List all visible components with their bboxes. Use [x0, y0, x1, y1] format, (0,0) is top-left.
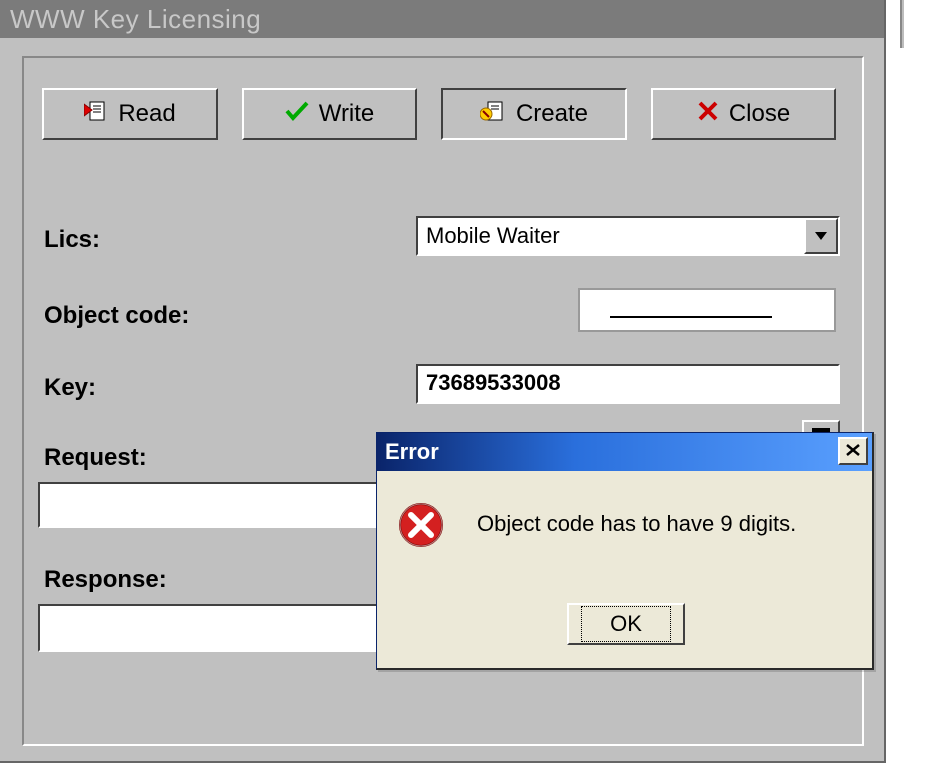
key-value: 73689533008 [426, 370, 561, 395]
x-icon [845, 440, 861, 463]
window-separator [900, 0, 906, 48]
request-label: Request: [44, 444, 147, 472]
dialog-title-bar[interactable]: Error [377, 433, 872, 471]
error-icon [397, 501, 445, 549]
create-icon [480, 100, 506, 129]
toolbar: Read Write [42, 88, 842, 144]
key-field[interactable]: 73689533008 [416, 364, 840, 404]
chevron-down-icon[interactable] [804, 218, 838, 254]
dialog-close-button[interactable] [838, 437, 868, 465]
dialog-body: Object code has to have 9 digits. OK [377, 471, 872, 668]
check-icon [285, 100, 309, 128]
dialog-title: Error [385, 439, 439, 465]
title-bar: WWW Key Licensing [0, 0, 884, 38]
close-button[interactable]: Close [651, 88, 836, 140]
write-button-label: Write [319, 100, 375, 128]
response-label: Response: [44, 566, 167, 594]
create-button[interactable]: Create [441, 88, 627, 140]
object-code-label: Object code: [44, 302, 189, 330]
create-button-label: Create [516, 100, 588, 128]
error-dialog: Error Object code has to have 9 digits. … [376, 432, 874, 670]
read-button[interactable]: Read [42, 88, 218, 140]
object-code-field[interactable] [578, 288, 836, 332]
write-button[interactable]: Write [242, 88, 417, 140]
ok-button-label: OK [581, 606, 671, 642]
lics-value: Mobile Waiter [418, 223, 804, 249]
close-button-label: Close [729, 100, 790, 128]
lics-label: Lics: [44, 226, 100, 254]
object-code-underline [610, 316, 772, 318]
dialog-message: Object code has to have 9 digits. [477, 511, 796, 537]
lics-dropdown[interactable]: Mobile Waiter [416, 216, 840, 256]
window-title: WWW Key Licensing [10, 4, 261, 34]
close-icon [697, 100, 719, 129]
ok-button[interactable]: OK [567, 603, 685, 645]
key-label: Key: [44, 374, 96, 402]
read-button-label: Read [118, 100, 175, 128]
read-icon [84, 100, 108, 129]
